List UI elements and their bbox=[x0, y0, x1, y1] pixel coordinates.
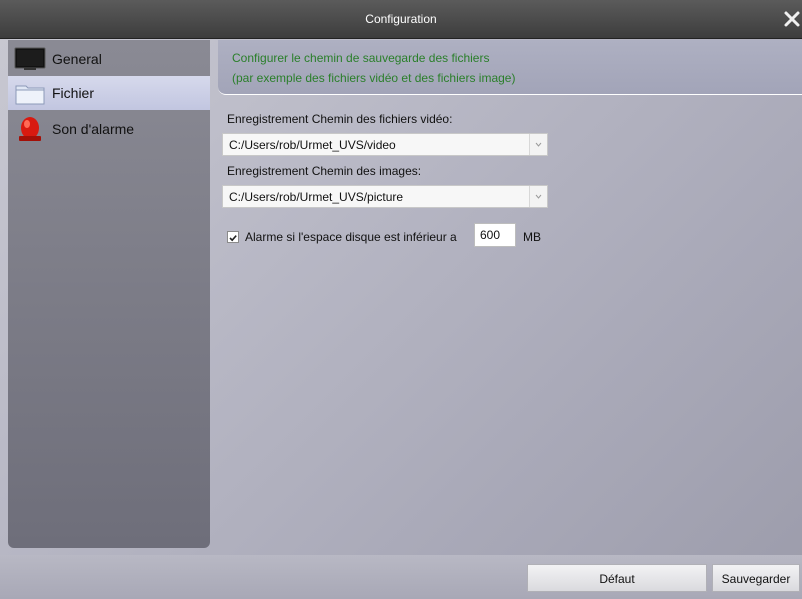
video-path-value: C:/Users/rob/Urmet_UVS/video bbox=[229, 138, 396, 152]
checkmark-icon bbox=[229, 235, 237, 242]
video-path-select[interactable]: C:/Users/rob/Urmet_UVS/video bbox=[222, 133, 548, 156]
chevron-down-icon[interactable] bbox=[529, 134, 547, 155]
sidebar: General Fichier Son d'alarme bbox=[8, 40, 210, 548]
title-bar: Configuration bbox=[0, 0, 802, 39]
close-button[interactable] bbox=[782, 9, 802, 29]
description-line-1: Configurer le chemin de sauvegarde des f… bbox=[232, 51, 490, 65]
sidebar-item-son-alarme[interactable]: Son d'alarme bbox=[8, 112, 210, 146]
alarm-icon bbox=[19, 117, 41, 141]
sidebar-item-label: General bbox=[52, 51, 102, 67]
image-path-label: Enregistrement Chemin des images: bbox=[227, 164, 422, 178]
disk-alarm-checkbox[interactable] bbox=[227, 231, 239, 243]
disk-alarm-label: Alarme si l'espace disque est inférieur … bbox=[245, 230, 457, 244]
save-button[interactable]: Sauvegarder bbox=[712, 564, 800, 592]
image-path-value: C:/Users/rob/Urmet_UVS/picture bbox=[229, 190, 404, 204]
chevron-down-icon[interactable] bbox=[529, 186, 547, 207]
sidebar-item-fichier[interactable]: Fichier bbox=[8, 76, 210, 110]
sidebar-item-general[interactable]: General bbox=[8, 42, 210, 76]
video-path-label: Enregistrement Chemin des fichiers vidéo… bbox=[227, 112, 453, 126]
configuration-window: Configuration General Fichier Son d'alar… bbox=[0, 0, 802, 599]
description-line-2: (par exemple des fichiers vidéo et des f… bbox=[232, 71, 516, 85]
image-path-select[interactable]: C:/Users/rob/Urmet_UVS/picture bbox=[222, 185, 548, 208]
default-button[interactable]: Défaut bbox=[527, 564, 707, 592]
close-icon bbox=[784, 11, 800, 27]
sidebar-item-label: Fichier bbox=[52, 85, 95, 101]
monitor-icon bbox=[14, 47, 46, 70]
sidebar-item-label: Son d'alarme bbox=[52, 121, 135, 137]
disk-threshold-unit: MB bbox=[523, 230, 541, 244]
description-panel: Configurer le chemin de sauvegarde des f… bbox=[218, 40, 802, 95]
footer-bar: Défaut Sauvegarder bbox=[0, 555, 802, 599]
window-title: Configuration bbox=[365, 12, 437, 26]
folder-icon bbox=[15, 85, 45, 105]
disk-threshold-input[interactable] bbox=[474, 223, 516, 247]
